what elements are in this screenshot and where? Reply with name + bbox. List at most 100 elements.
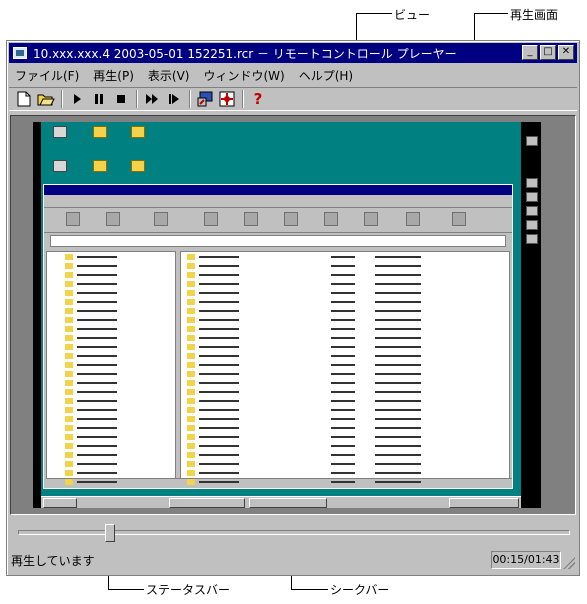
recorded-address-bar <box>50 235 506 247</box>
recorded-file-row <box>185 271 505 279</box>
title-bar[interactable]: 10.xxx.xxx.4 2003-05-01 152251.rcr － リモー… <box>9 43 577 63</box>
recorded-explorer-window <box>43 184 513 489</box>
tool-icon <box>154 212 168 226</box>
recorded-side-strip <box>523 122 541 508</box>
recorded-desktop <box>41 122 521 496</box>
tray-icon <box>526 220 538 230</box>
recorded-tree-row <box>51 370 171 378</box>
tool-icon <box>284 212 298 226</box>
tool-icon <box>364 212 378 226</box>
recorded-file-row <box>185 316 505 324</box>
play-icon[interactable] <box>68 90 86 108</box>
recorded-file-row <box>185 370 505 378</box>
minimize-button[interactable]: _ <box>522 45 538 60</box>
callout-view: ビュー <box>394 8 431 22</box>
seek-track[interactable] <box>18 530 570 535</box>
recorded-file-row <box>185 460 505 468</box>
recorded-tree-row <box>51 442 171 450</box>
callout-view-line-h <box>356 13 392 14</box>
stop-icon[interactable] <box>112 90 130 108</box>
recorded-tree-row <box>51 298 171 306</box>
task-button <box>169 498 245 508</box>
tool-icon <box>106 212 120 226</box>
callout-playback-screen-line-h <box>474 13 508 14</box>
maximize-button[interactable]: □ <box>540 45 556 60</box>
recorded-status-bar <box>46 478 512 486</box>
app-icon <box>13 47 27 59</box>
folder-icon <box>131 126 145 138</box>
toolbar-separator <box>189 90 191 108</box>
recorded-file-row <box>185 451 505 459</box>
callout-status-bar-line-h <box>108 589 144 590</box>
recorded-tree-row <box>51 361 171 369</box>
recorded-tree-row <box>51 433 171 441</box>
recorded-file-list <box>180 251 510 485</box>
tool-icon <box>452 212 466 226</box>
menu-bar: ファイル(F) 再生(P) 表示(V) ウィンドウ(W) ヘルプ(H) <box>9 65 577 85</box>
recorded-file-row <box>185 253 505 261</box>
playback-screen <box>33 122 541 508</box>
tray-icon <box>526 234 538 244</box>
recorded-title-bar <box>44 185 512 195</box>
recorded-tree-row <box>51 280 171 288</box>
callout-seek-bar-line-h <box>291 589 328 590</box>
view-area <box>10 115 576 515</box>
tool-icon <box>406 212 420 226</box>
recorded-file-row <box>185 343 505 351</box>
close-button[interactable]: ✕ <box>558 45 574 60</box>
window-title: 10.xxx.xxx.4 2003-05-01 152251.rcr － リモー… <box>33 46 457 61</box>
menu-play[interactable]: 再生(P) <box>87 67 142 84</box>
recorded-file-row <box>185 352 505 360</box>
seek-bar[interactable] <box>10 521 576 545</box>
tray-icon <box>526 136 538 146</box>
callout-status-bar: ステータスバー <box>146 583 231 597</box>
screen-settings-icon[interactable] <box>196 90 214 108</box>
pause-icon[interactable] <box>90 90 108 108</box>
tray-clock <box>449 498 519 508</box>
recorded-file-row <box>185 289 505 297</box>
menu-window[interactable]: ウィンドウ(W) <box>197 67 292 84</box>
tool-icon <box>244 212 258 226</box>
resize-grip[interactable] <box>563 557 575 569</box>
recorded-file-row <box>185 424 505 432</box>
recorded-file-row <box>185 397 505 405</box>
open-folder-icon[interactable] <box>37 90 55 108</box>
network-icon <box>53 160 67 172</box>
zoom-icon[interactable] <box>218 90 236 108</box>
fast-forward-icon[interactable] <box>143 90 161 108</box>
recorded-file-row <box>185 388 505 396</box>
menu-view[interactable]: 表示(V) <box>142 67 198 84</box>
player-window: 10.xxx.xxx.4 2003-05-01 152251.rcr － リモー… <box>6 40 580 576</box>
folder-icon <box>93 126 107 138</box>
recorded-file-row <box>185 406 505 414</box>
step-forward-icon[interactable] <box>165 90 183 108</box>
tray-icon <box>526 206 538 216</box>
recorded-tree-row <box>51 415 171 423</box>
menu-help[interactable]: ヘルプ(H) <box>293 67 361 84</box>
help-icon[interactable]: ? <box>249 90 267 108</box>
recorded-file-row <box>185 442 505 450</box>
recorded-tree-row <box>51 262 171 270</box>
new-document-icon[interactable] <box>15 90 33 108</box>
tool-icon <box>66 212 80 226</box>
recorded-toolbar <box>44 207 512 233</box>
my-computer-icon <box>53 126 67 138</box>
recorded-file-row <box>185 469 505 477</box>
recorded-file-row <box>185 262 505 270</box>
recorded-tree-row <box>51 325 171 333</box>
recorded-file-row <box>185 433 505 441</box>
recorded-tree-row <box>51 289 171 297</box>
search-icon <box>131 160 145 172</box>
toolbar-separator <box>136 90 138 108</box>
recorded-file-row <box>185 325 505 333</box>
recorded-file-row <box>185 361 505 369</box>
toolbar: ? <box>9 87 577 111</box>
recorded-tree-row <box>51 397 171 405</box>
recorded-folder-tree <box>46 251 176 485</box>
menu-file[interactable]: ファイル(F) <box>9 67 87 84</box>
seek-thumb[interactable] <box>104 524 115 542</box>
recorded-file-row <box>185 280 505 288</box>
tray-icon <box>526 178 538 188</box>
recorded-tree-row <box>51 253 171 261</box>
recorded-tree-row <box>51 343 171 351</box>
